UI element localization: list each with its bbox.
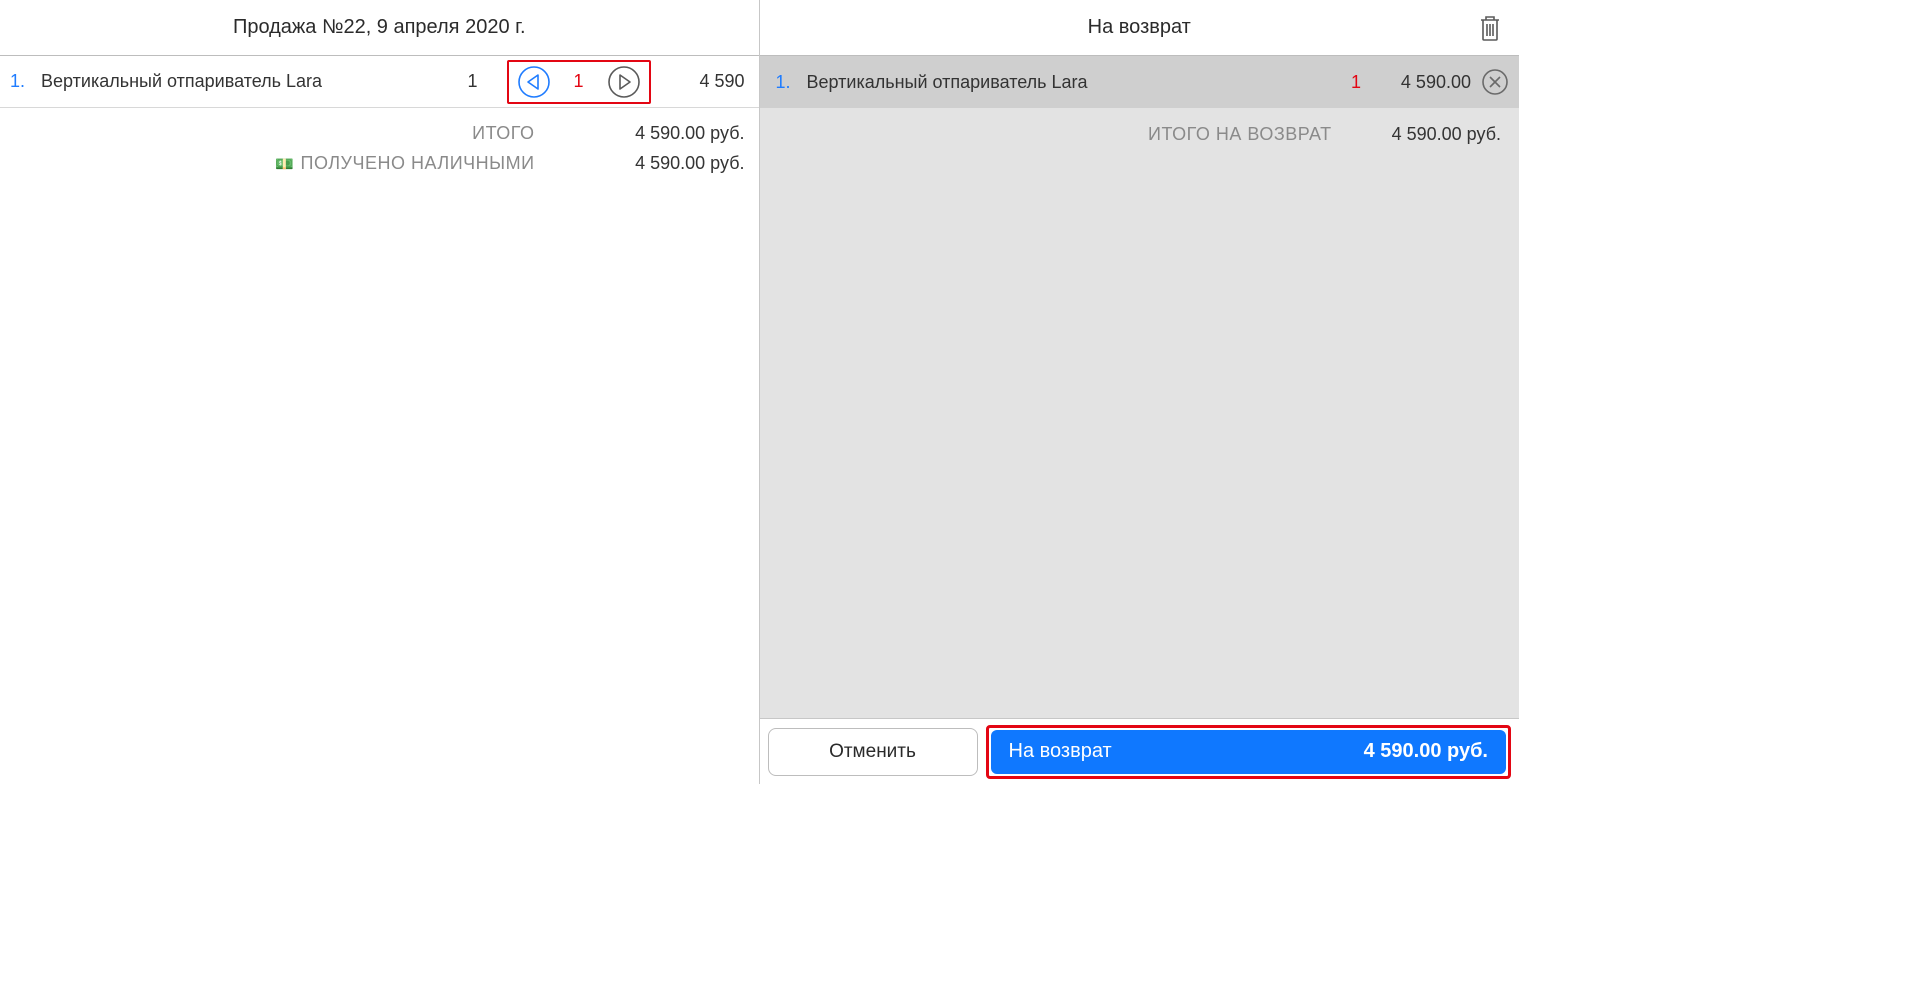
return-totals: ИТОГО НА ВОЗВРАТ 4 590.00 руб. xyxy=(760,108,1520,145)
triangle-right-icon xyxy=(607,65,641,99)
cancel-button[interactable]: Отменить xyxy=(768,728,978,776)
return-item-price: 4 590.00 xyxy=(1361,72,1471,93)
qty-stepper: 1 xyxy=(507,60,651,104)
return-title: На возврат xyxy=(1088,16,1191,39)
qty-decrement-button[interactable] xyxy=(517,65,551,99)
close-icon xyxy=(1481,68,1509,96)
return-item-index: 1. xyxy=(776,72,791,93)
sale-item-index: 1. xyxy=(10,71,25,92)
sale-item-price: 4 590 xyxy=(665,71,745,92)
triangle-left-icon xyxy=(517,65,551,99)
return-button-amount: 4 590.00 руб. xyxy=(1364,740,1488,763)
sale-item-row: 1. Вертикальный отпариватель Lara 1 1 xyxy=(0,56,759,108)
cash-label-text: ПОЛУЧЕНО НАЛИЧНЫМИ xyxy=(301,153,535,173)
return-footer: Отменить На возврат 4 590.00 руб. xyxy=(760,718,1520,784)
sale-title: Продажа №22, 9 апреля 2020 г. xyxy=(233,16,526,39)
sale-item-name: Вертикальный отпариватель Lara xyxy=(41,71,452,92)
return-header: На возврат xyxy=(760,0,1520,56)
itogo-label: ИТОГО xyxy=(472,123,534,144)
trash-icon xyxy=(1478,14,1502,42)
itogo-value: 4 590.00 руб. xyxy=(575,123,745,144)
sale-header: Продажа №22, 9 апреля 2020 г. xyxy=(0,0,759,56)
cancel-button-label: Отменить xyxy=(829,741,916,763)
return-body: ИТОГО НА ВОЗВРАТ 4 590.00 руб. xyxy=(760,108,1520,718)
return-total-label: ИТОГО НА ВОЗВРАТ xyxy=(1148,124,1332,145)
total-line-itogo: ИТОГО 4 590.00 руб. xyxy=(0,118,745,148)
return-item-name: Вертикальный отпариватель Lara xyxy=(807,72,1321,93)
qty-increment-button[interactable] xyxy=(607,65,641,99)
cash-value: 4 590.00 руб. xyxy=(575,153,745,174)
cash-label: 💵 ПОЛУЧЕНО НАЛИЧНЫМИ xyxy=(275,153,534,174)
sale-totals: ИТОГО 4 590.00 руб. 💵 ПОЛУЧЕНО НАЛИЧНЫМИ … xyxy=(0,108,759,178)
return-item-row: 1. Вертикальный отпариватель Lara 1 4 59… xyxy=(760,56,1520,108)
clear-return-button[interactable] xyxy=(1475,11,1505,45)
total-line-cash: 💵 ПОЛУЧЕНО НАЛИЧНЫМИ 4 590.00 руб. xyxy=(0,148,745,178)
sale-pane: Продажа №22, 9 апреля 2020 г. 1. Вертика… xyxy=(0,0,760,784)
cash-icon: 💵 xyxy=(275,156,294,173)
return-total-value: 4 590.00 руб. xyxy=(1392,124,1501,145)
return-pane: На возврат 1. Вертикальный отпариватель … xyxy=(760,0,1520,784)
qty-value: 1 xyxy=(569,71,589,92)
app-root: Продажа №22, 9 апреля 2020 г. 1. Вертика… xyxy=(0,0,1519,784)
sale-item-orig-qty: 1 xyxy=(453,71,493,92)
return-item-qty: 1 xyxy=(1321,72,1361,93)
return-button-highlight: На возврат 4 590.00 руб. xyxy=(986,725,1512,779)
return-item-remove-button[interactable] xyxy=(1481,68,1509,96)
return-button-label: На возврат xyxy=(1009,740,1112,763)
return-button[interactable]: На возврат 4 590.00 руб. xyxy=(991,730,1507,774)
